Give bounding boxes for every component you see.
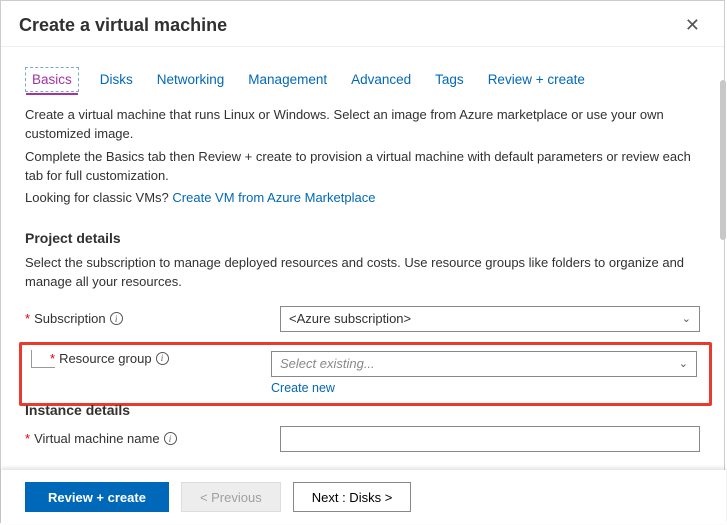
subscription-value: <Azure subscription> xyxy=(289,311,411,326)
intro-line3: Looking for classic VMs? Create VM from … xyxy=(25,189,700,208)
required-indicator: * xyxy=(25,431,30,446)
required-indicator: * xyxy=(50,351,55,366)
marketplace-link[interactable]: Create VM from Azure Marketplace xyxy=(172,190,375,205)
chevron-down-icon: ⌄ xyxy=(682,312,691,325)
tab-disks[interactable]: Disks xyxy=(97,67,136,92)
required-indicator: * xyxy=(25,311,30,326)
vm-name-label: Virtual machine name xyxy=(34,431,160,446)
close-icon[interactable]: ✕ xyxy=(679,13,706,38)
footer-bar: Review + create < Previous Next : Disks … xyxy=(1,470,726,524)
resource-group-placeholder: Select existing... xyxy=(280,356,375,371)
review-create-button[interactable]: Review + create xyxy=(25,482,169,512)
tab-advanced[interactable]: Advanced xyxy=(348,67,414,92)
project-details-desc: Select the subscription to manage deploy… xyxy=(25,254,700,292)
page-title: Create a virtual machine xyxy=(19,15,227,36)
info-icon[interactable]: i xyxy=(110,312,123,325)
subscription-dropdown[interactable]: <Azure subscription> ⌄ xyxy=(280,306,700,332)
panel-header: Create a virtual machine ✕ xyxy=(1,1,724,47)
panel-body: Basics Disks Networking Management Advan… xyxy=(1,47,724,522)
create-new-link[interactable]: Create new xyxy=(271,381,335,395)
resource-group-label: Resource group xyxy=(59,351,152,366)
tab-networking[interactable]: Networking xyxy=(154,67,228,92)
tab-basics[interactable]: Basics xyxy=(25,67,79,92)
intro-line2: Complete the Basics tab then Review + cr… xyxy=(25,148,700,186)
info-icon[interactable]: i xyxy=(156,352,169,365)
resource-group-dropdown[interactable]: Select existing... ⌄ xyxy=(271,351,697,377)
next-button[interactable]: Next : Disks > xyxy=(293,482,412,512)
tab-management[interactable]: Management xyxy=(245,67,330,92)
project-details-title: Project details xyxy=(25,230,700,246)
resource-group-highlight: * Resource group i Select existing... ⌄ … xyxy=(19,342,712,406)
tab-review-create[interactable]: Review + create xyxy=(485,67,588,92)
info-icon[interactable]: i xyxy=(164,432,177,445)
subscription-row: * Subscription i <Azure subscription> ⌄ xyxy=(25,306,700,332)
subscription-label: Subscription xyxy=(34,311,106,326)
previous-button: < Previous xyxy=(181,482,281,512)
tab-bar: Basics Disks Networking Management Advan… xyxy=(25,67,700,92)
vm-name-row: * Virtual machine name i xyxy=(25,426,700,452)
instance-details-title: Instance details xyxy=(25,402,700,418)
intro-line3-text: Looking for classic VMs? xyxy=(25,190,172,205)
scrollbar-thumb[interactable] xyxy=(720,80,726,240)
tab-tags[interactable]: Tags xyxy=(432,67,467,92)
chevron-down-icon: ⌄ xyxy=(679,357,688,370)
vm-name-input[interactable] xyxy=(280,426,700,452)
intro-line1: Create a virtual machine that runs Linux… xyxy=(25,106,700,144)
